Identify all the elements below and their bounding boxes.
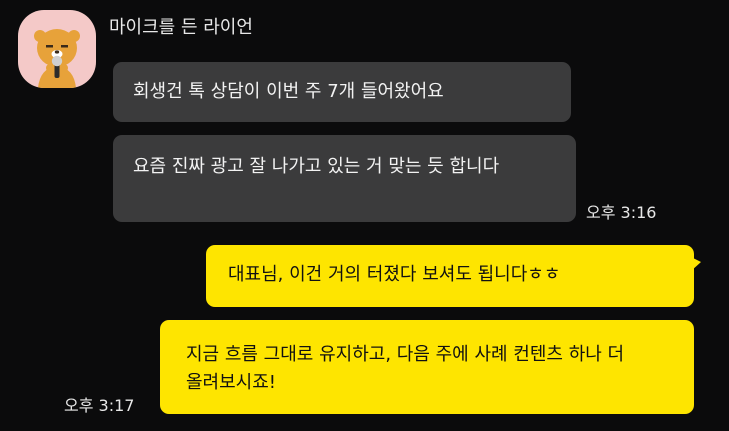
outgoing-message-bubble[interactable]: 지금 흐름 그대로 유지하고, 다음 주에 사례 컨텐츠 하나 더 올려보시죠!: [160, 320, 694, 414]
incoming-message-bubble[interactable]: 회생건 톡 상담이 이번 주 7개 들어왔어요: [113, 62, 571, 122]
lion-avatar-icon: [34, 29, 80, 88]
profile-avatar[interactable]: [18, 10, 96, 88]
incoming-message-bubble[interactable]: 요즘 진짜 광고 잘 나가고 있는 거 맞는 듯 합니다: [113, 135, 576, 222]
outgoing-message-bubble[interactable]: 대표님, 이건 거의 터졌다 보셔도 됩니다ㅎㅎ: [206, 245, 701, 307]
incoming-timestamp: 오후 3:16: [586, 203, 657, 222]
sender-name: 마이크를 든 라이언: [109, 17, 253, 38]
outgoing-timestamp: 오후 3:17: [64, 396, 135, 415]
